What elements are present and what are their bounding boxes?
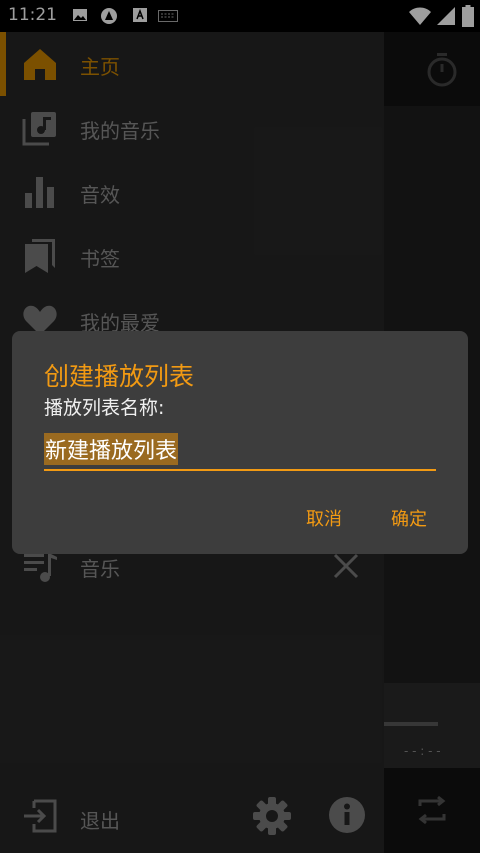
playlist-name-label: 播放列表名称: [44, 397, 165, 419]
playlist-name-input[interactable]: 新建播放列表 [44, 431, 436, 471]
dialog-title: 创建播放列表 [44, 362, 195, 391]
create-playlist-dialog: 创建播放列表 播放列表名称: 新建播放列表 取消 确定 [12, 331, 468, 554]
confirm-button[interactable]: 确定 [391, 505, 427, 531]
playlist-name-value[interactable]: 新建播放列表 [44, 433, 179, 465]
cancel-button[interactable]: 取消 [306, 505, 342, 531]
